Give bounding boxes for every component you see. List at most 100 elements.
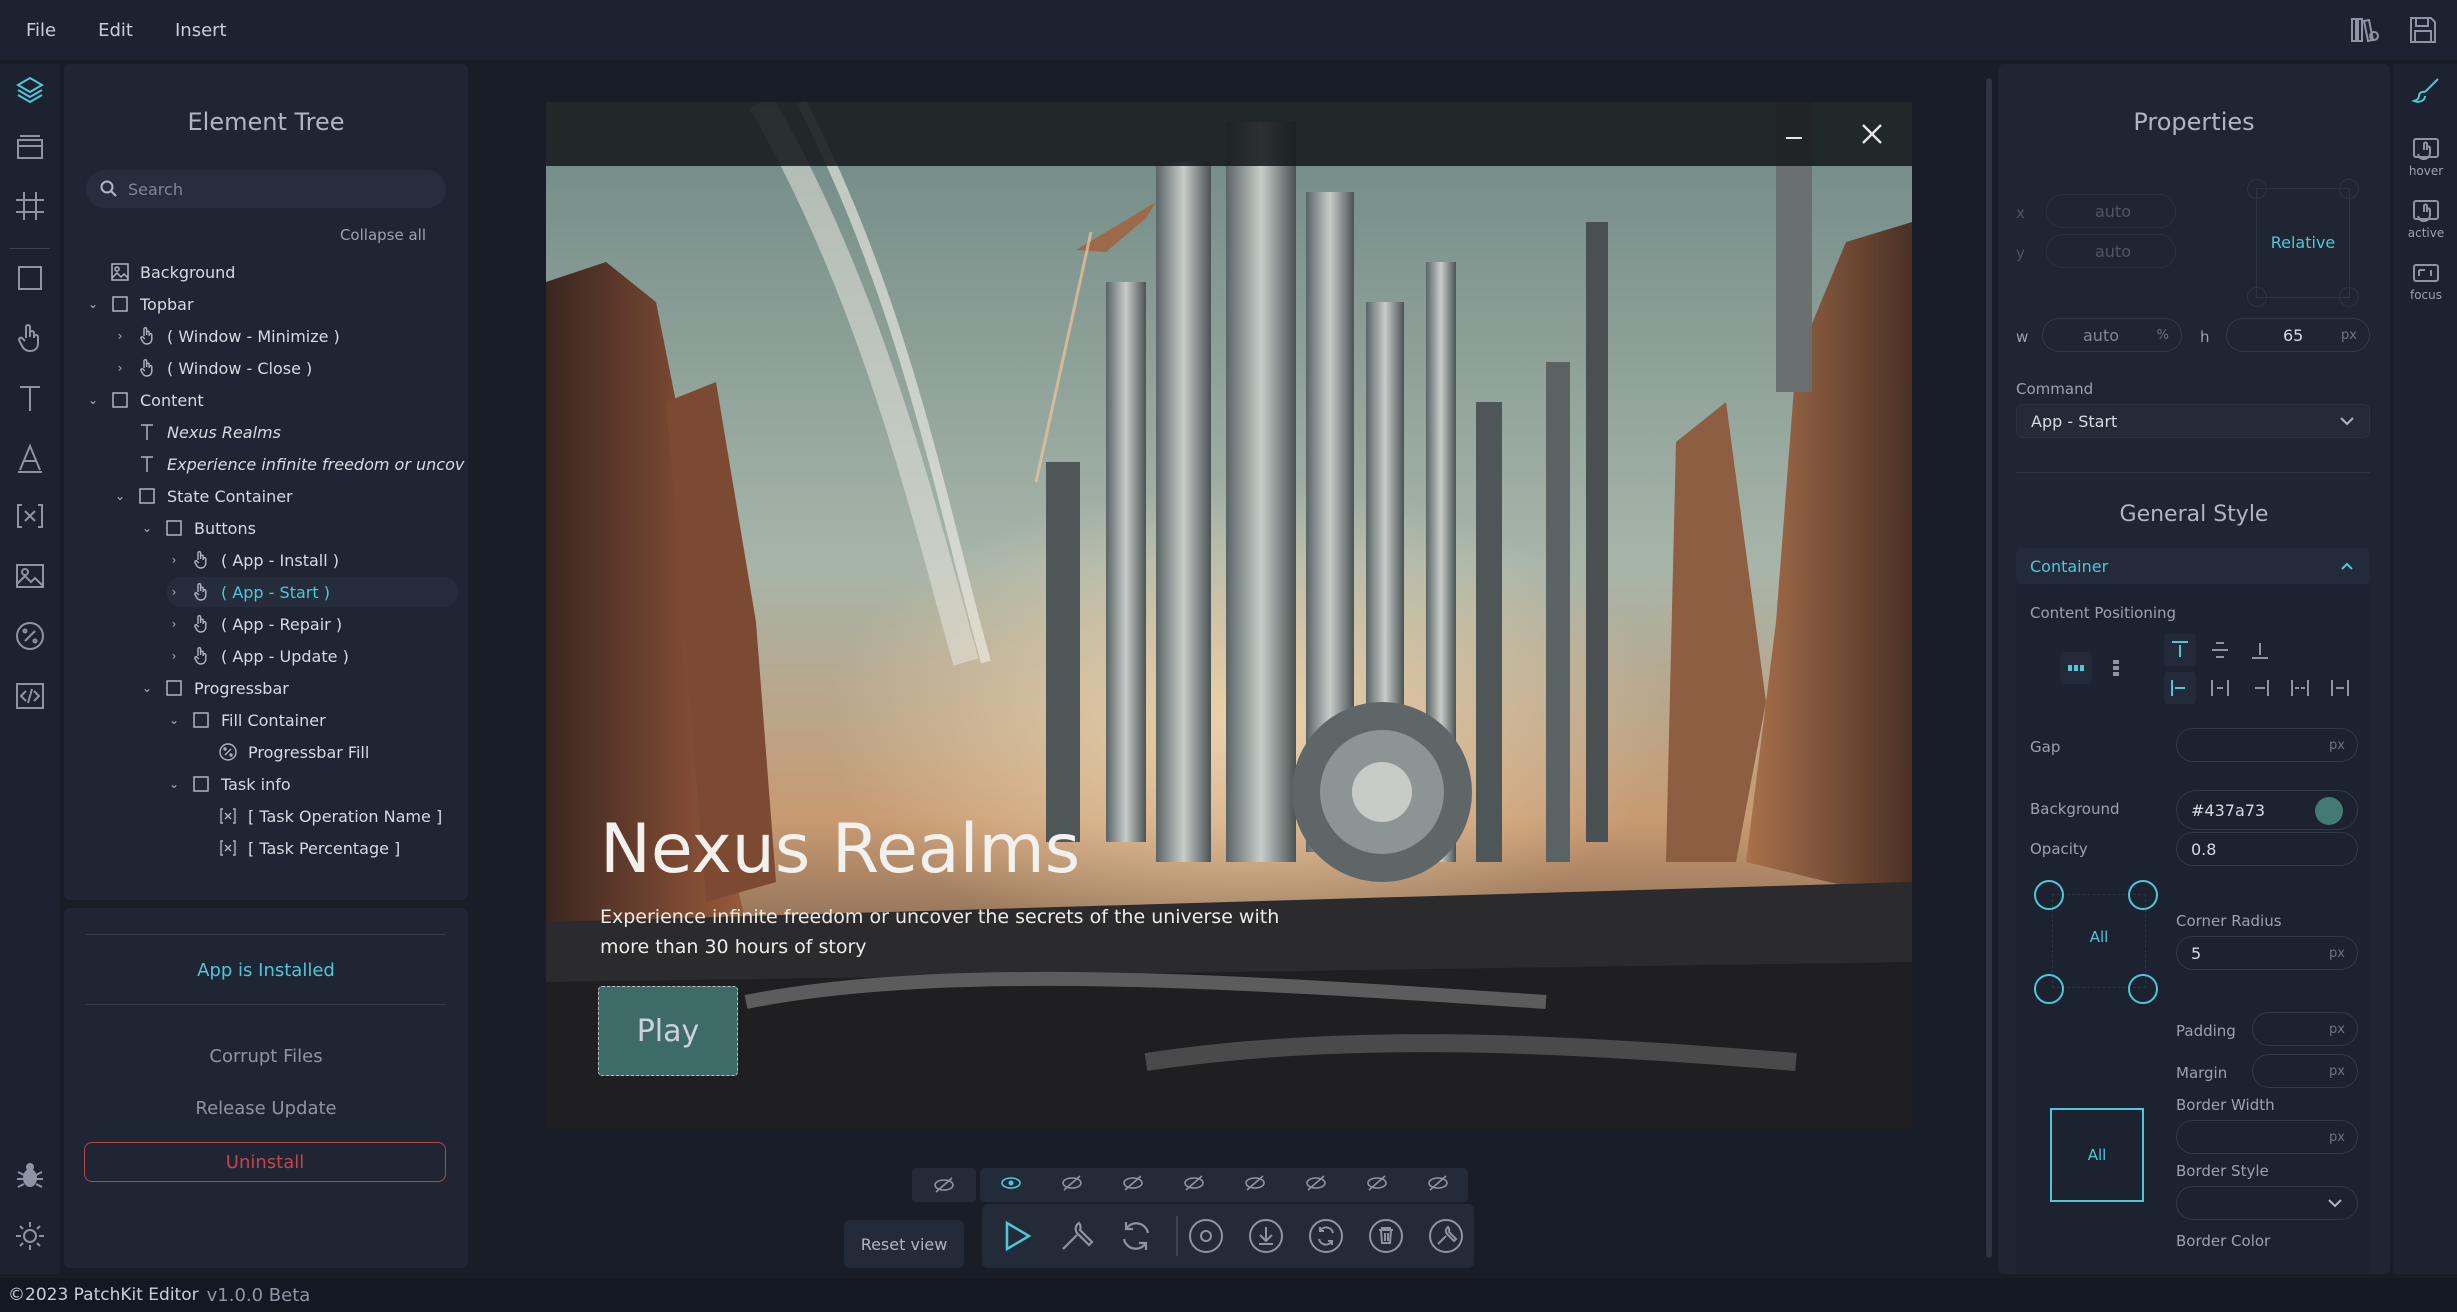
anchor-handle[interactable]	[2339, 179, 2359, 199]
position-mode[interactable]: Relative	[2257, 233, 2349, 252]
repair-icon[interactable]	[1426, 1216, 1466, 1256]
tree-node[interactable]: Progressbar Fill	[194, 737, 369, 767]
gap-input[interactable]: px	[2176, 728, 2358, 762]
justify-center-icon[interactable]	[2204, 672, 2236, 704]
tree-node[interactable]: › ( Window - Close )	[113, 353, 313, 383]
y-input[interactable]: auto	[2046, 234, 2176, 268]
corner-top-right-handle[interactable]	[2128, 880, 2158, 910]
justify-start-icon[interactable]	[2164, 672, 2196, 704]
chevron-down-icon[interactable]: ⌄	[113, 489, 127, 503]
space-around-icon[interactable]	[2324, 672, 2356, 704]
tree-node[interactable]: ⌄ Fill Container	[167, 705, 326, 735]
anchor-handle[interactable]	[2339, 287, 2359, 307]
h-input[interactable]: 65 px	[2226, 318, 2370, 352]
corner-top-left-handle[interactable]	[2034, 880, 2064, 910]
eye-off-icon[interactable]	[1061, 1175, 1083, 1195]
w-input[interactable]: auto%	[2042, 318, 2182, 352]
archive-icon[interactable]	[12, 130, 48, 166]
chevron-down-icon[interactable]: ⌄	[167, 777, 181, 791]
active-state-button[interactable]: active	[2402, 198, 2450, 240]
download-icon[interactable]	[1246, 1216, 1286, 1256]
font-icon[interactable]	[12, 440, 48, 476]
eye-off-icon[interactable]	[1427, 1175, 1449, 1195]
align-bottom-icon[interactable]	[2244, 634, 2276, 666]
brush-icon[interactable]	[2402, 76, 2450, 106]
tree-node[interactable]: [ Task Percentage ]	[194, 833, 400, 863]
chevron-right-icon[interactable]: ›	[167, 553, 181, 567]
tree-node[interactable]: Experience infinite freedom or uncov	[113, 449, 464, 479]
code-icon[interactable]	[12, 678, 48, 714]
tree-node[interactable]: ⌄ Content	[86, 385, 204, 415]
eye-icon[interactable]	[1000, 1175, 1022, 1195]
state-installed[interactable]: App is Installed	[64, 960, 468, 981]
text-icon[interactable]	[12, 380, 48, 416]
library-icon[interactable]	[2349, 14, 2381, 50]
chevron-right-icon[interactable]: ›	[113, 361, 127, 375]
chevron-down-icon[interactable]: ⌄	[86, 393, 100, 407]
chevron-right-icon[interactable]: ›	[113, 329, 127, 343]
percent-icon[interactable]	[12, 618, 48, 654]
tree-node[interactable]: Background	[86, 257, 235, 287]
play-button[interactable]: Play	[598, 986, 738, 1076]
close-icon[interactable]	[1852, 114, 1892, 154]
margin-input[interactable]: px	[2252, 1054, 2358, 1088]
variable-icon[interactable]	[12, 498, 48, 534]
eye-off-icon[interactable]	[1305, 1175, 1327, 1195]
chevron-down-icon[interactable]: ⌄	[86, 297, 100, 311]
sun-icon[interactable]	[12, 1218, 48, 1254]
frame-icon[interactable]	[12, 188, 48, 224]
uninstall-button[interactable]: Uninstall	[84, 1142, 446, 1182]
refresh-icon[interactable]	[1116, 1216, 1156, 1256]
menu-insert[interactable]: Insert	[175, 20, 227, 41]
border-style-select[interactable]	[2176, 1186, 2358, 1220]
eye-off-icon[interactable]	[1183, 1175, 1205, 1195]
x-input[interactable]: auto	[2046, 194, 2176, 228]
padding-input[interactable]: px	[2252, 1012, 2358, 1046]
command-select[interactable]: App - Start	[2016, 404, 2370, 438]
trash-icon[interactable]	[1366, 1216, 1406, 1256]
anchor-handle[interactable]	[2247, 179, 2267, 199]
search-input[interactable]: Search	[86, 170, 446, 208]
corner-bottom-left-handle[interactable]	[2034, 974, 2064, 1004]
state-corrupt-files[interactable]: Corrupt Files	[64, 1046, 468, 1067]
eye-off-icon[interactable]	[1244, 1175, 1266, 1195]
space-between-icon[interactable]	[2284, 672, 2316, 704]
chevron-right-icon[interactable]: ›	[167, 617, 181, 631]
column-direction-icon[interactable]	[2100, 652, 2132, 684]
chevron-down-icon[interactable]: ⌄	[140, 681, 154, 695]
tree-node[interactable]: Nexus Realms	[113, 417, 281, 447]
background-input[interactable]: #437a73	[2176, 790, 2358, 830]
eye-off-icon[interactable]	[912, 1168, 976, 1202]
corner-bottom-right-handle[interactable]	[2128, 974, 2158, 1004]
minimize-icon[interactable]	[1774, 114, 1814, 154]
hover-state-button[interactable]: hover	[2402, 136, 2450, 178]
sync-icon[interactable]	[1306, 1216, 1346, 1256]
bug-icon[interactable]	[12, 1158, 48, 1194]
image-icon[interactable]	[12, 558, 48, 594]
state-release-update[interactable]: Release Update	[64, 1098, 468, 1119]
tree-node[interactable]: ⌄ State Container	[113, 481, 293, 511]
tree-node[interactable]: ⌄ Progressbar	[140, 673, 289, 703]
justify-end-icon[interactable]	[2244, 672, 2276, 704]
opacity-input[interactable]: 0.8	[2176, 832, 2358, 866]
chevron-down-icon[interactable]: ⌄	[140, 521, 154, 535]
tree-node[interactable]: › ( App - Update )	[167, 641, 349, 671]
tree-node[interactable]: ⌄ Buttons	[140, 513, 256, 543]
tree-node[interactable]: › ( Window - Minimize )	[113, 321, 340, 351]
preview-canvas[interactable]: Nexus Realms Experience infinite freedom…	[546, 102, 1912, 1129]
row-direction-icon[interactable]	[2060, 652, 2092, 684]
tree-node[interactable]: › ( App - Install )	[167, 545, 339, 575]
eye-off-icon[interactable]	[1122, 1175, 1144, 1195]
tree-node[interactable]: ⌄ Topbar	[86, 289, 194, 319]
save-icon[interactable]	[2407, 14, 2439, 50]
border-all-button[interactable]: All	[2050, 1108, 2144, 1202]
menu-edit[interactable]: Edit	[98, 20, 133, 41]
play-icon[interactable]	[996, 1216, 1036, 1256]
wrench-icon[interactable]	[1056, 1216, 1096, 1256]
anchor-handle[interactable]	[2247, 287, 2267, 307]
corner-radius-input[interactable]: 5 px	[2176, 936, 2358, 970]
focus-state-button[interactable]: focus	[2402, 260, 2450, 302]
corner-all-button[interactable]: All	[2052, 922, 2146, 952]
align-top-icon[interactable]	[2164, 634, 2196, 666]
color-swatch[interactable]	[2315, 797, 2343, 825]
